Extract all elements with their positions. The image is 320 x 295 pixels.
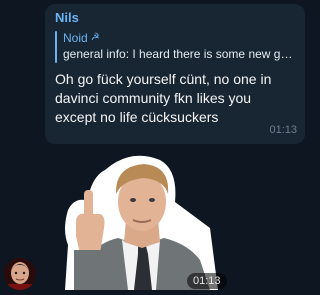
reply-quote[interactable]: Noid ☭ general info: I heard there is so… (55, 30, 298, 64)
message-text: Oh go fück yourself cünt, no one in davi… (55, 71, 272, 125)
reply-author: Noid ☭ (63, 30, 295, 46)
reply-text: general info: I heard there is some new … (63, 47, 298, 61)
sender-name[interactable]: Nils (55, 10, 295, 26)
avatar[interactable] (4, 258, 36, 290)
sticker-illustration (65, 155, 218, 290)
reply-bar (55, 31, 57, 63)
sticker-time: 01:13 (187, 273, 227, 289)
hammer-sickle-icon: ☭ (90, 32, 100, 43)
message-time: 01:13 (269, 124, 297, 136)
sticker-image[interactable] (60, 150, 220, 290)
avatar-image (4, 258, 36, 290)
reply-author-name: Noid (63, 31, 88, 45)
message-bubble[interactable]: Nils Noid ☭ general info: I heard there … (45, 4, 305, 144)
